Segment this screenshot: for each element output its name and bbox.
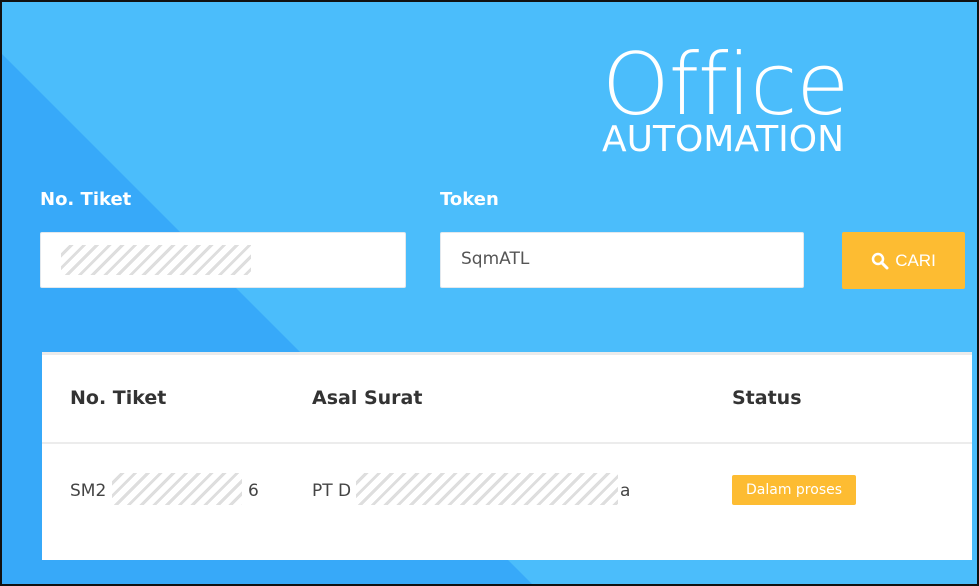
redacted-ticket-value	[61, 245, 251, 275]
redacted-ticket-cell	[112, 473, 242, 505]
search-icon	[871, 252, 889, 269]
ticket-cell-start: SM2	[70, 481, 107, 501]
origin-cell-end: a	[620, 481, 631, 501]
column-header-origin: Asal Surat	[312, 387, 423, 409]
token-input[interactable]: SqmATL	[440, 232, 804, 288]
redacted-origin-cell	[356, 473, 618, 505]
token-value: SqmATL	[461, 249, 530, 269]
logo-main-text: Office	[602, 35, 849, 135]
origin-cell-start: PT D	[312, 481, 352, 501]
logo-sub-text: AUTOMATION	[602, 119, 845, 160]
token-label: Token	[440, 189, 499, 210]
column-header-status: Status	[732, 387, 802, 409]
ticket-label: No. Tiket	[40, 189, 132, 210]
ticket-input[interactable]	[40, 232, 406, 288]
header-divider	[42, 442, 972, 444]
app-frame: Office AUTOMATION No. Tiket Token SqmATL…	[0, 0, 979, 586]
ticket-cell-end: 6	[248, 481, 259, 501]
result-table: No. Tiket Asal Surat Status SM2 6 PT D a…	[42, 352, 972, 560]
column-header-ticket: No. Tiket	[70, 387, 167, 409]
app-logo: Office AUTOMATION	[602, 42, 902, 158]
search-button[interactable]: CARI	[842, 232, 965, 289]
search-button-label: CARI	[895, 250, 936, 270]
status-badge: Dalam proses	[732, 475, 857, 505]
